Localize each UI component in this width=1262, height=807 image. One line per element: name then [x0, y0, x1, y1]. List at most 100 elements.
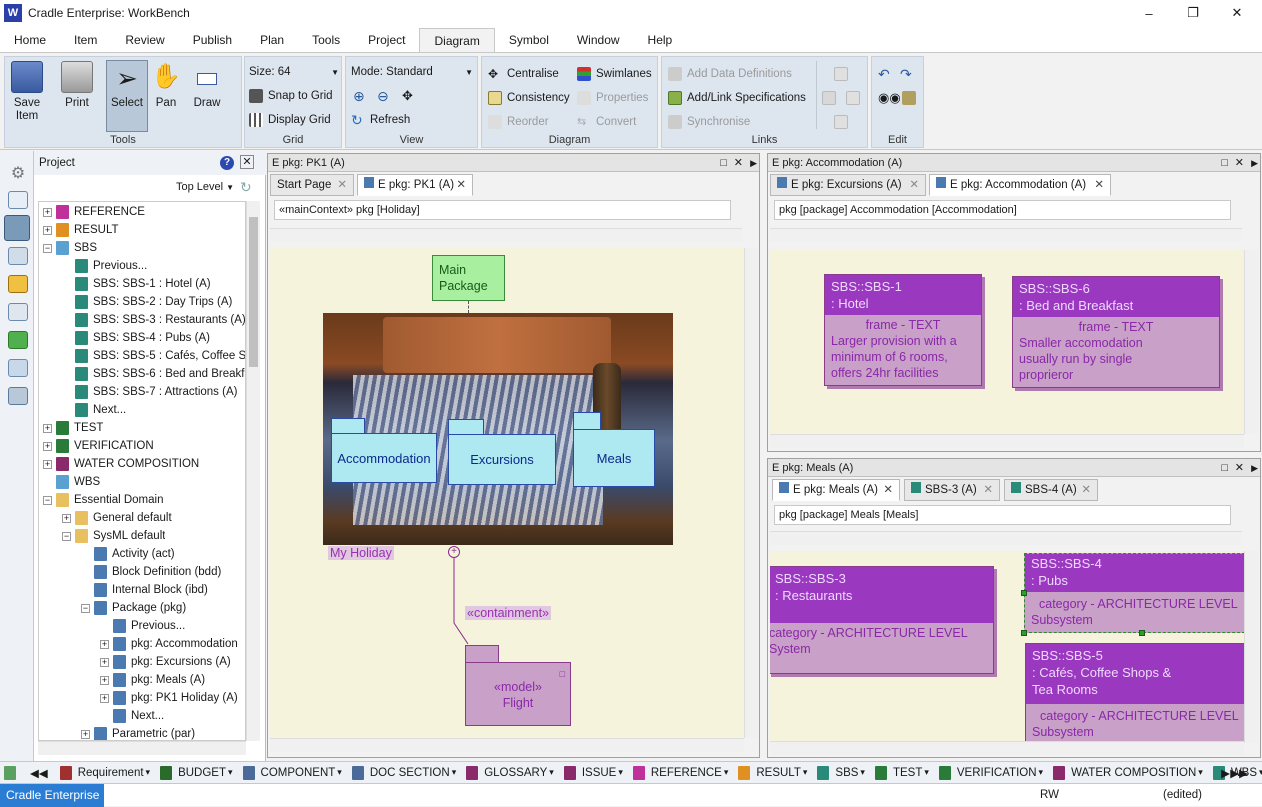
reorder-button[interactable]: Reorder — [488, 112, 549, 132]
context-scrollbar[interactable] — [770, 228, 1242, 242]
scroll-right-icon[interactable]: ▶ — [1221, 766, 1230, 780]
pane-menu-icon[interactable]: ▶ — [1251, 154, 1258, 172]
hierarchy-icon[interactable] — [8, 303, 28, 321]
close-tab-icon[interactable]: ✕ — [1094, 175, 1104, 195]
refresh-tree-icon[interactable]: ↻ — [240, 179, 252, 196]
pane-menu-icon[interactable]: ▶ — [1251, 459, 1258, 477]
canvas-horizontal-scrollbar[interactable] — [770, 434, 1244, 448]
folder-icon[interactable] — [8, 275, 28, 293]
help-icon[interactable]: ? — [220, 156, 234, 170]
tree-item[interactable]: + WATER COMPOSITION — [43, 455, 199, 473]
selection-handle[interactable] — [1139, 630, 1145, 636]
dropdown-arrow-icon[interactable]: ▾ — [724, 767, 729, 778]
tree-item[interactable]: + TEST — [43, 419, 103, 437]
link-tree-button[interactable] — [822, 88, 841, 108]
tree-item[interactable]: SBS: SBS-7 : Attractions (A) — [62, 383, 237, 401]
context-scrollbar[interactable] — [770, 531, 1242, 545]
save-item-button[interactable]: Save Item — [7, 61, 47, 123]
close-tab-icon[interactable]: ✕ — [456, 175, 466, 195]
item-type-issue[interactable]: ISSUE ▾ — [563, 765, 623, 780]
display-grid-button[interactable]: Display Grid — [249, 110, 331, 130]
pane-menu-icon[interactable]: ▶ — [750, 154, 757, 172]
top-level-dropdown[interactable]: Top Level ▼ — [176, 181, 234, 193]
link-doc2-button[interactable] — [846, 88, 865, 108]
tree-item[interactable]: + VERIFICATION — [43, 437, 154, 455]
item-type-glossary[interactable]: GLOSSARY ▾ — [466, 765, 554, 780]
scroll-thumb[interactable] — [249, 217, 258, 367]
menu-plan[interactable]: Plan — [246, 28, 298, 52]
tree-item[interactable]: + Parametric (par) — [81, 725, 195, 740]
canvas-horizontal-scrollbar[interactable] — [270, 738, 744, 752]
centralise-button[interactable]: ✥ Centralise — [488, 64, 559, 84]
zoom-in-button[interactable]: ⊕ — [353, 86, 365, 106]
print-button[interactable]: Print — [57, 61, 97, 110]
canvas-horizontal-scrollbar[interactable] — [770, 741, 1244, 755]
context-scrollbar[interactable] — [270, 228, 742, 242]
tree-item[interactable]: + pkg: Excursions (A) — [100, 653, 231, 671]
tree-horizontal-scrollbar[interactable] — [38, 741, 246, 755]
maximize-pane-icon[interactable]: □ — [1221, 154, 1228, 172]
tree-item[interactable]: Next... — [100, 707, 164, 725]
dropdown-arrow-icon[interactable]: ▾ — [549, 767, 554, 778]
containment-label[interactable]: «containment» — [465, 606, 552, 620]
tab-accommodation[interactable]: E pkg: Accommodation (A) ✕ — [929, 174, 1111, 196]
tab-start-page[interactable]: Start Page ✕ — [270, 174, 354, 196]
tree-item[interactable]: Previous... — [100, 617, 185, 635]
item-type-budget[interactable]: BUDGET ▾ — [160, 765, 233, 780]
tree-item[interactable]: + pkg: Meals (A) — [100, 671, 205, 689]
expand-icon[interactable]: + — [43, 441, 52, 451]
tree-item[interactable]: SBS: SBS-2 : Day Trips (A) — [62, 293, 232, 311]
swimlanes-button[interactable]: Swimlanes — [577, 64, 652, 84]
tree-item[interactable]: WBS — [43, 473, 100, 491]
main-package-note[interactable]: Main Package — [432, 255, 505, 301]
item-type-verification[interactable]: VERIFICATION ▾ — [938, 765, 1043, 780]
sbs-4-pubs-box[interactable]: SBS::SBS-4: Pubs category - ARCHITECTURE… — [1021, 553, 1244, 636]
sbs-1-hotel-box[interactable]: SBS::SBS-1: Hotel frame - TEXT Larger pro… — [824, 274, 982, 386]
menu-symbol[interactable]: Symbol — [495, 28, 563, 52]
close-panel-icon[interactable]: ✕ — [240, 155, 254, 169]
close-tab-icon[interactable]: ✕ — [337, 175, 347, 195]
dropdown-arrow-icon[interactable]: ▾ — [146, 767, 151, 778]
select-button[interactable]: ➢ Select — [106, 60, 148, 132]
expand-icon[interactable]: + — [100, 675, 109, 685]
tree-item[interactable]: Activity (act) — [81, 545, 175, 563]
tab-meals[interactable]: E pkg: Meals (A) ✕ — [772, 479, 900, 501]
close-tab-icon[interactable]: ✕ — [909, 175, 919, 195]
expand-icon[interactable]: + — [43, 423, 52, 433]
mode-dropdown[interactable]: Mode: Standard ▼ — [351, 62, 473, 82]
dropdown-arrow-icon[interactable]: ▾ — [618, 767, 623, 778]
maximize-pane-icon[interactable]: □ — [1221, 459, 1228, 477]
tree-item[interactable]: SBS: SBS-5 : Cafés, Coffee Shops — [62, 347, 245, 365]
expand-icon[interactable]: + — [43, 225, 52, 235]
scroll-left-icon[interactable]: ◀◀ — [30, 766, 48, 780]
tree-item[interactable]: + REFERENCE — [43, 203, 145, 221]
sbs-6-bed-and-breakfast-box[interactable]: SBS::SBS-6: Bed and Breakfast frame - TE… — [1012, 276, 1220, 388]
properties-button[interactable]: Properties — [577, 88, 648, 108]
settings-icon[interactable]: ⚙ — [8, 163, 28, 182]
add-data-definitions-button[interactable]: Add Data Definitions — [668, 64, 792, 84]
canvas-vertical-scrollbar[interactable] — [1244, 551, 1258, 743]
tab-sbs-3[interactable]: SBS-3 (A) ✕ — [904, 479, 1000, 501]
collapse-icon[interactable]: − — [43, 495, 52, 505]
dropdown-arrow-icon[interactable]: ▾ — [924, 767, 929, 778]
tree-item[interactable]: − Essential Domain — [43, 491, 163, 509]
draw-button[interactable]: Draw — [187, 61, 227, 110]
diagram-caption[interactable]: My Holiday — [328, 546, 394, 560]
snap-to-grid-button[interactable]: Snap to Grid — [249, 86, 333, 106]
network-icon[interactable] — [8, 387, 28, 405]
tree-item[interactable]: Previous... — [62, 257, 147, 275]
menu-item[interactable]: Item — [60, 28, 111, 52]
menu-tools[interactable]: Tools — [298, 28, 354, 52]
pan-button[interactable]: ✋ Pan — [146, 61, 186, 110]
redo-button[interactable]: ↷ — [900, 64, 912, 84]
list-view-icon[interactable] — [8, 191, 28, 209]
minimize-button[interactable]: – — [1126, 0, 1172, 26]
expand-icon[interactable]: + — [100, 693, 109, 703]
link-doc-button[interactable] — [834, 64, 853, 84]
tree-item[interactable]: SBS: SBS-6 : Bed and Breakfast — [62, 365, 245, 383]
dropdown-arrow-icon[interactable]: ▾ — [337, 767, 342, 778]
expand-icon[interactable]: + — [81, 729, 90, 739]
maximize-button[interactable]: ❐ — [1170, 0, 1216, 26]
consistency-button[interactable]: Consistency — [488, 88, 570, 108]
expand-icon[interactable]: + — [100, 639, 109, 649]
